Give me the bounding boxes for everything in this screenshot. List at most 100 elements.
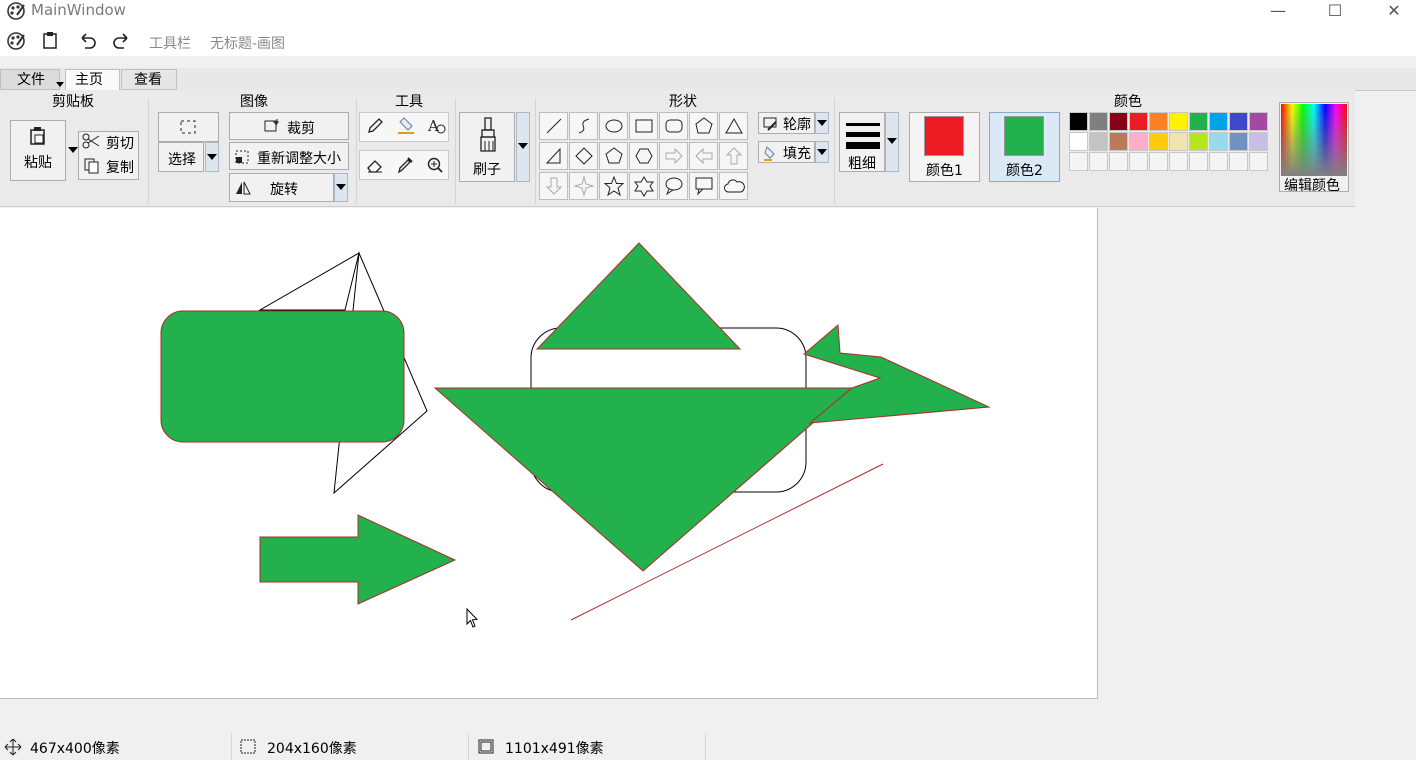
brush-button[interactable]: 刷子: [459, 112, 515, 182]
outline-dropdown[interactable]: [815, 112, 829, 134]
palette-color-swatch[interactable]: [1189, 112, 1208, 131]
select-dropdown[interactable]: [205, 142, 219, 172]
tab-home[interactable]: 主页: [65, 69, 120, 90]
right-triangle-icon[interactable]: [539, 142, 568, 170]
palette-color-swatch[interactable]: [1229, 112, 1248, 131]
cut-button[interactable]: 剪切: [106, 133, 134, 153]
polygon-icon[interactable]: [689, 112, 718, 140]
rectangle-icon[interactable]: [629, 112, 658, 140]
palette-color-swatch[interactable]: [1149, 112, 1168, 131]
select-icon-button[interactable]: [158, 112, 219, 142]
pentagon-icon[interactable]: [599, 142, 628, 170]
undo-icon[interactable]: [77, 31, 97, 49]
palette-color-swatch[interactable]: [1129, 132, 1148, 151]
color1-swatch: [924, 116, 964, 156]
text-icon[interactable]: A: [426, 116, 446, 136]
file-dropdown-icon: [56, 82, 64, 87]
color1-button[interactable]: 颜色1: [909, 112, 980, 182]
left-arrow-icon[interactable]: [689, 142, 718, 170]
palette-color-swatch[interactable]: [1169, 112, 1188, 131]
palette-color-swatch[interactable]: [1109, 112, 1128, 131]
palette-color-swatch[interactable]: [1249, 132, 1268, 151]
triangle-icon[interactable]: [719, 112, 748, 140]
cloud-icon[interactable]: [719, 172, 748, 200]
close-icon[interactable]: ✕: [1371, 0, 1416, 24]
pencil-icon[interactable]: [366, 117, 384, 135]
custom-color-slot[interactable]: [1229, 152, 1248, 171]
custom-color-slot[interactable]: [1249, 152, 1268, 171]
rotate-dropdown[interactable]: [334, 173, 348, 202]
palette-color-swatch[interactable]: [1069, 132, 1088, 151]
hexagon-icon[interactable]: [629, 142, 658, 170]
mouse-cursor-icon: [466, 607, 479, 628]
fill-dropdown[interactable]: [815, 141, 829, 163]
palette-color-swatch[interactable]: [1129, 112, 1148, 131]
oval-icon[interactable]: [599, 112, 628, 140]
fill-button[interactable]: 填充: [758, 141, 815, 163]
right-arrow-icon[interactable]: [659, 142, 688, 170]
oval-callout-icon[interactable]: [659, 172, 688, 200]
tab-view[interactable]: 查看: [121, 69, 177, 90]
palette-color-swatch[interactable]: [1209, 132, 1228, 151]
scissors-icon: [82, 133, 100, 149]
custom-color-slot[interactable]: [1189, 152, 1208, 171]
maximize-icon[interactable]: ☐: [1312, 0, 1358, 24]
palette-color-swatch[interactable]: [1149, 132, 1168, 151]
palette-color-swatch[interactable]: [1189, 132, 1208, 151]
palette-color-swatch[interactable]: [1089, 112, 1108, 131]
color-picker-icon[interactable]: [396, 156, 414, 174]
five-point-star-icon[interactable]: [599, 172, 628, 200]
down-arrow-icon[interactable]: [539, 172, 568, 200]
clipboard-icon[interactable]: [41, 31, 59, 49]
custom-color-slot[interactable]: [1169, 152, 1188, 171]
six-point-star-icon[interactable]: [629, 172, 658, 200]
four-point-star-icon[interactable]: [569, 172, 598, 200]
edit-colors-button[interactable]: 编辑颜色: [1279, 102, 1349, 194]
rotate-button[interactable]: 旋转: [229, 173, 334, 202]
curve-icon[interactable]: [569, 112, 598, 140]
tools-group-title: 工具: [395, 94, 423, 110]
resize-button[interactable]: 重新调整大小: [229, 142, 349, 170]
fill-icon[interactable]: [396, 116, 416, 136]
diamond-icon[interactable]: [569, 142, 598, 170]
custom-color-slot[interactable]: [1209, 152, 1228, 171]
toolbar-label[interactable]: 工具栏: [149, 33, 191, 53]
custom-color-slot[interactable]: [1069, 152, 1088, 171]
canvas-size: 1101x491像素: [505, 741, 604, 757]
magnifier-icon[interactable]: [426, 156, 444, 174]
custom-color-slot[interactable]: [1129, 152, 1148, 171]
custom-color-slot[interactable]: [1109, 152, 1128, 171]
paste-button[interactable]: 粘贴: [10, 120, 66, 181]
custom-color-slot[interactable]: [1089, 152, 1108, 171]
outline-button[interactable]: 轮廓: [758, 112, 815, 134]
custom-color-slot[interactable]: [1149, 152, 1168, 171]
palette-color-swatch[interactable]: [1209, 112, 1228, 131]
crop-button[interactable]: 裁剪: [229, 112, 349, 140]
palette-color-swatch[interactable]: [1069, 112, 1088, 131]
up-arrow-icon[interactable]: [719, 142, 748, 170]
copy-button[interactable]: 复制: [106, 157, 134, 177]
rounded-rectangle-icon[interactable]: [659, 112, 688, 140]
palette-color-swatch[interactable]: [1169, 132, 1188, 151]
size-button[interactable]: 粗细: [839, 112, 885, 172]
line-icon[interactable]: [539, 112, 568, 140]
color2-button[interactable]: 颜色2: [989, 112, 1060, 182]
rect-callout-icon[interactable]: [689, 172, 718, 200]
select-label: 选择: [168, 152, 196, 168]
palette-color-swatch[interactable]: [1109, 132, 1128, 151]
palette-color-swatch[interactable]: [1089, 132, 1108, 151]
tab-file[interactable]: 文件: [0, 69, 60, 90]
outline-label: 轮廓: [783, 117, 811, 133]
select-button[interactable]: 选择: [158, 142, 204, 172]
palette-color-swatch[interactable]: [1249, 112, 1268, 131]
eraser-icon[interactable]: [366, 156, 384, 174]
brush-dropdown[interactable]: [516, 112, 530, 182]
palette-color-swatch[interactable]: [1229, 132, 1248, 151]
minimize-icon[interactable]: —: [1255, 0, 1301, 24]
move-cursor-icon: [4, 738, 22, 756]
drawing-canvas[interactable]: [0, 208, 1098, 699]
selection-rect-icon: [180, 120, 196, 134]
paint-app-icon[interactable]: [6, 31, 26, 51]
size-dropdown[interactable]: [885, 112, 899, 172]
redo-icon[interactable]: [112, 31, 132, 49]
